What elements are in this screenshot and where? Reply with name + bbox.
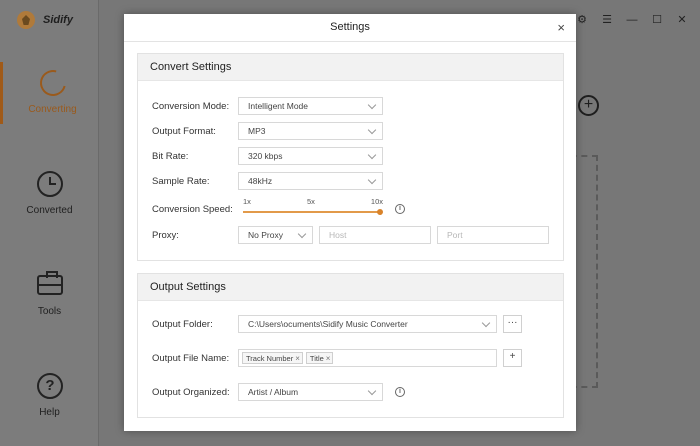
tag-track-number: Track Number × [242,352,303,364]
sidebar-item-label: Tools [37,306,62,317]
add-tag-button[interactable]: + [503,349,522,367]
sidify-logo-icon [17,11,35,29]
speed-mark-1x: 1x [243,197,251,206]
speed-marks: 1x 5x 10x [243,197,383,206]
proxy-row: Proxy: No Proxy [152,226,549,244]
sidebar-item-label: Help [39,407,60,418]
sidebar-item-converting[interactable]: Converting [0,62,99,124]
output-file-name-row: Output File Name: Track Number × Title ×… [152,349,522,367]
conversion-speed-label: Conversion Speed: [152,203,233,215]
proxy-label: Proxy: [152,229,179,241]
dialog-titlebar: Settings × [124,14,576,42]
app-logo: Sidify [17,11,73,29]
output-settings-heading: Output Settings [138,274,563,301]
output-folder-label: Output Folder: [152,318,213,330]
output-format-row: Output Format: MP3 [152,122,383,140]
convert-settings-heading: Convert Settings [138,54,563,81]
output-settings-section: Output Settings Output Folder: C:\Users\… [137,273,564,418]
speed-handle[interactable] [377,209,383,215]
conversion-speed-slider[interactable]: 1x 5x 10x [243,197,383,218]
output-format-select[interactable]: MP3 [238,122,383,140]
output-organized-select[interactable]: Artist / Album [238,383,383,401]
remove-tag-icon[interactable]: × [326,353,331,363]
conversion-mode-label: Conversion Mode: [152,100,230,112]
sidebar-item-label: Converting [28,104,77,115]
app-name: Sidify [43,14,73,26]
conversion-mode-select[interactable]: Intelligent Mode [238,97,383,115]
sample-rate-select[interactable]: 48kHz [238,172,383,190]
dialog-close-icon[interactable]: × [557,20,565,35]
bit-rate-label: Bit Rate: [152,150,189,162]
converting-icon [35,65,71,101]
output-organized-label: Output Organized: [152,386,230,398]
speed-mark-5x: 5x [306,197,315,206]
tag-title: Title × [305,352,334,364]
proxy-host-input[interactable] [319,226,431,244]
conversion-mode-row: Conversion Mode: Intelligent Mode [152,97,383,115]
toolbox-icon [37,271,63,295]
speed-mark-10x: 10x [370,197,383,206]
info-icon[interactable]: i [395,387,405,397]
convert-settings-section: Convert Settings Conversion Mode: Intell… [137,53,564,261]
sidebar-item-tools[interactable]: Tools [0,264,99,326]
browse-folder-button[interactable]: ··· [503,315,522,333]
minimize-icon[interactable]: — [626,14,638,26]
tag-label: Title [309,354,324,363]
output-folder-row: Output Folder: C:\Users\ocuments\Sidify … [152,315,522,333]
window-close-icon[interactable]: ✕ [676,13,688,26]
output-file-name-label: Output File Name: [152,352,230,364]
sidebar-item-help[interactable]: ? Help [0,365,99,427]
settings-dialog: Settings × Convert Settings Conversion M… [124,14,576,431]
info-icon[interactable]: i [395,204,405,214]
sidebar-item-converted[interactable]: Converted [0,163,99,225]
bit-rate-select[interactable]: 320 kbps [238,147,383,165]
maximize-icon[interactable]: ☐ [651,13,663,26]
speed-track[interactable] [243,211,380,213]
output-organized-row: Output Organized: Artist / Album i [152,383,405,401]
sample-rate-row: Sample Rate: 48kHz [152,172,383,190]
sidebar-item-label: Converted [26,205,73,216]
proxy-select[interactable]: No Proxy [238,226,313,244]
conversion-speed-row: Conversion Speed: 1x 5x 10x i [152,197,405,218]
clock-icon [37,171,63,197]
help-icon: ? [37,373,63,399]
settings-gear-icon[interactable]: ⚙ [576,13,588,26]
output-format-label: Output Format: [152,125,216,137]
tag-label: Track Number [246,354,294,363]
dialog-title: Settings [330,21,370,33]
bit-rate-row: Bit Rate: 320 kbps [152,147,383,165]
output-folder-field[interactable]: C:\Users\ocuments\Sidify Music Converter [238,315,497,333]
remove-tag-icon[interactable]: × [295,353,300,363]
sidebar: Sidify Converting Converted Tools ? Help [0,0,99,446]
file-name-tags-field[interactable]: Track Number × Title × [238,349,497,367]
proxy-port-input[interactable] [437,226,549,244]
window-controls: ⚙ ☰ — ☐ ✕ [576,13,688,27]
add-music-icon[interactable]: + [578,95,599,116]
sample-rate-label: Sample Rate: [152,175,210,187]
menu-icon[interactable]: ☰ [601,13,613,26]
